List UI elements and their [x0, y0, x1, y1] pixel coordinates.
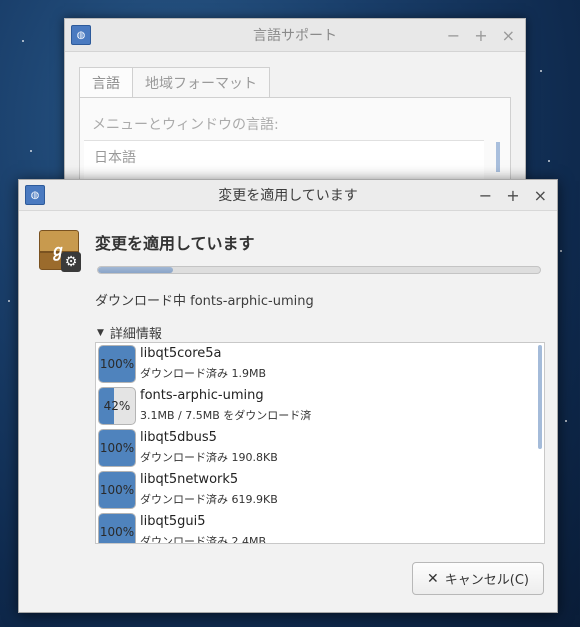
menu-window-language-label: メニューとウィンドウの言語: — [92, 117, 279, 133]
download-item: 100% libqt5gui5 ダウンロード済み 2.4MB — [96, 511, 544, 544]
dialog-titlebar[interactable]: ◍ 変更を適用しています − + × — [19, 180, 557, 211]
close-icon[interactable]: × — [534, 186, 547, 205]
details-label: 詳細情報 — [109, 327, 162, 342]
package-name: libqt5gui5 — [140, 514, 206, 529]
close-icon[interactable]: × — [502, 26, 515, 45]
download-status-text: ダウンロード中 fonts-arphic-uming — [95, 294, 314, 309]
item-progress-percent: 42% — [103, 399, 131, 413]
dialog-heading: 変更を適用しています — [95, 234, 255, 253]
package-name: fonts-arphic-uming — [140, 388, 264, 403]
language-app-icon: ◍ — [25, 185, 45, 205]
tab-language[interactable]: 言語 — [79, 67, 133, 98]
download-item: 100% libqt5core5a ダウンロード済み 1.9MB — [96, 343, 544, 385]
item-progress-gauge: 100% — [98, 471, 136, 509]
download-item: 42% fonts-arphic-uming 3.1MB / 7.5MB をダウ… — [96, 385, 544, 427]
language-list-scrollbar[interactable] — [496, 142, 500, 172]
details-expander[interactable]: ▼ 詳細情報 — [97, 323, 162, 342]
package-name: libqt5dbus5 — [140, 430, 217, 445]
language-app-icon: ◍ — [71, 25, 91, 45]
download-list[interactable]: 100% libqt5core5a ダウンロード済み 1.9MB 42% fon… — [95, 342, 545, 544]
minimize-icon[interactable]: − — [479, 186, 492, 205]
package-download-status: 3.1MB / 7.5MB をダウンロード済 — [140, 409, 312, 422]
item-progress-gauge: 100% — [98, 513, 136, 543]
package-download-status: ダウンロード済み 190.8KB — [140, 451, 278, 464]
item-progress-gauge: 100% — [98, 429, 136, 467]
tab-regional-formats[interactable]: 地域フォーマット — [132, 67, 270, 98]
applying-changes-dialog: ◍ 変更を適用しています − + × ℊ ⚙ 変更を適用しています ダウンロード… — [18, 179, 558, 613]
item-progress-gauge: 42% — [98, 387, 136, 425]
item-progress-percent: 100% — [99, 357, 135, 371]
cancel-button-label: キャンセル(C) — [444, 573, 529, 588]
maximize-icon[interactable]: + — [506, 186, 519, 205]
language-item[interactable]: 日本語 — [84, 141, 484, 173]
cancel-button[interactable]: ✕ キャンセル(C) — [412, 562, 544, 595]
gear-icon: ⚙ — [61, 252, 81, 272]
minimize-icon[interactable]: − — [447, 26, 460, 45]
download-item: 100% libqt5network5 ダウンロード済み 619.9KB — [96, 469, 544, 511]
package-download-status: ダウンロード済み 619.9KB — [140, 493, 278, 506]
package-download-status: ダウンロード済み 1.9MB — [140, 367, 267, 380]
download-item: 100% libqt5dbus5 ダウンロード済み 190.8KB — [96, 427, 544, 469]
item-progress-percent: 100% — [99, 483, 135, 497]
overall-progress-bar — [97, 266, 541, 274]
item-progress-percent: 100% — [99, 441, 135, 455]
item-progress-percent: 100% — [99, 525, 135, 539]
package-download-status: ダウンロード済み 2.4MB — [140, 535, 267, 544]
package-install-icon: ℊ ⚙ — [39, 230, 81, 272]
expander-triangle-icon: ▼ — [97, 327, 104, 338]
dialog-title: 変更を適用しています — [218, 188, 358, 204]
maximize-icon[interactable]: + — [474, 26, 487, 45]
package-name: libqt5network5 — [140, 472, 239, 487]
download-list-scrollbar[interactable] — [538, 345, 542, 449]
item-progress-gauge: 100% — [98, 345, 136, 383]
package-name: libqt5core5a — [140, 346, 222, 361]
cancel-x-icon: ✕ — [427, 570, 439, 587]
overall-progress-fill — [98, 267, 174, 273]
back-window-titlebar[interactable]: ◍ 言語サポート − + × — [65, 19, 525, 52]
